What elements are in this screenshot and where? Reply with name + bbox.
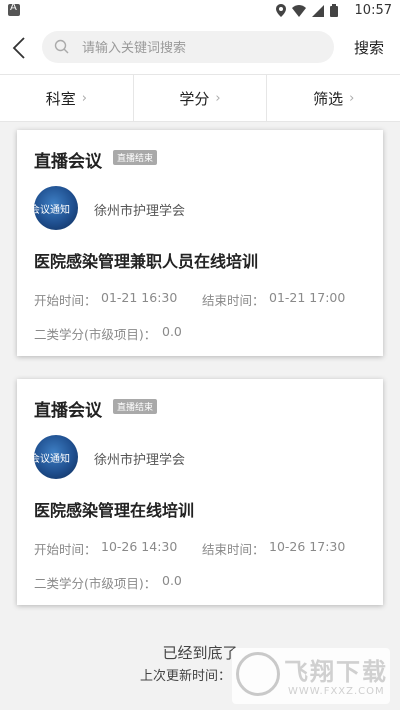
chevron-right-icon: › <box>349 90 355 106</box>
credit-value: 0.0 <box>162 324 182 339</box>
end-time-label: 结束时间： <box>202 293 265 308</box>
status-badge: 直播结束 <box>113 150 158 165</box>
status-icons <box>276 4 338 21</box>
filter-bar: 科室 › 学分 › 筛选 › <box>0 74 400 122</box>
filter-department[interactable]: 科室 › <box>0 75 134 121</box>
organizer-avatar: 会议通知 <box>34 186 78 230</box>
search-box[interactable] <box>42 31 334 65</box>
credit-label: 二类学分(市级项目)： <box>34 327 157 342</box>
status-badge: 直播结束 <box>113 399 158 414</box>
start-time-value: 10-26 14:30 <box>101 539 178 554</box>
chevron-right-icon: › <box>215 90 221 106</box>
last-update-label: 上次更新时间： <box>140 669 232 684</box>
card-type-label: 直播会议 <box>34 152 102 172</box>
end-time-label: 结束时间： <box>202 542 265 557</box>
credit-value: 0.0 <box>162 573 182 588</box>
watermark-title: 飞翔下载 <box>284 658 388 686</box>
watermark: 飞翔下载 WWW.FXXZ.COM <box>232 648 390 704</box>
app-notification-icon <box>8 2 20 16</box>
course-card[interactable]: 直播会议 直播结束 会议通知 徐州市护理学会 医院感染管理在线培训 开始时间： … <box>17 379 383 605</box>
search-button[interactable]: 搜索 <box>354 37 384 58</box>
start-time-value: 01-21 16:30 <box>101 290 178 305</box>
watermark-logo-icon <box>236 652 280 696</box>
filter-label: 科室 <box>45 89 76 108</box>
course-title: 医院感染管理在线培训 <box>34 501 195 520</box>
avatar-text: 会议通知 <box>34 454 70 465</box>
back-button[interactable] <box>12 36 32 60</box>
search-header: 搜索 <box>0 22 400 74</box>
organizer-name: 徐州市护理学会 <box>94 204 186 219</box>
wifi-icon <box>292 4 306 21</box>
battery-icon <box>330 4 338 21</box>
watermark-url: WWW.FXXZ.COM <box>288 686 385 697</box>
filter-label: 学分 <box>179 89 210 108</box>
filter-screen[interactable]: 筛选 › <box>267 75 400 121</box>
end-time-value: 01-21 17:00 <box>269 290 346 305</box>
signal-icon <box>312 4 324 21</box>
course-card[interactable]: 直播会议 直播结束 会议通知 徐州市护理学会 医院感染管理兼职人员在线培训 开始… <box>17 130 383 356</box>
course-title: 医院感染管理兼职人员在线培训 <box>34 252 259 271</box>
filter-credit[interactable]: 学分 › <box>134 75 268 121</box>
status-bar: 10:57 <box>0 0 400 22</box>
card-type-label: 直播会议 <box>34 401 102 421</box>
location-icon <box>276 4 286 21</box>
status-time: 10:57 <box>354 3 392 18</box>
end-time-value: 10-26 17:30 <box>269 539 346 554</box>
chevron-right-icon: › <box>81 90 87 106</box>
search-icon <box>54 39 69 58</box>
filter-label: 筛选 <box>313 89 344 108</box>
organizer-name: 徐州市护理学会 <box>94 453 186 468</box>
search-input[interactable] <box>80 31 324 65</box>
credit-label: 二类学分(市级项目)： <box>34 576 157 591</box>
organizer-avatar: 会议通知 <box>34 435 78 479</box>
start-time-label: 开始时间： <box>34 542 97 557</box>
start-time-label: 开始时间： <box>34 293 97 308</box>
avatar-text: 会议通知 <box>34 205 70 216</box>
